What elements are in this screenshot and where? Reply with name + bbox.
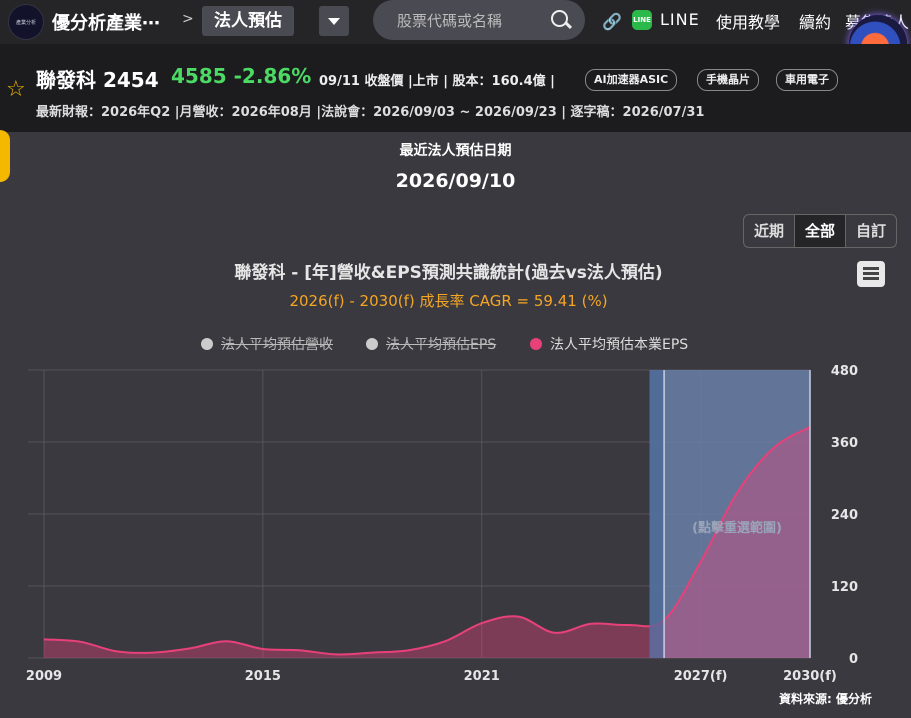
legend-core-eps[interactable]: 法人平均預估本業EPS — [530, 334, 688, 354]
eps-data-point[interactable] — [369, 650, 375, 656]
line-icon[interactable]: LINE — [632, 10, 652, 30]
forecast-band-handle[interactable] — [649, 370, 665, 658]
x-tick-label: 2009 — [26, 669, 62, 684]
legend-revenue[interactable]: 法人平均預估營收 — [201, 334, 333, 354]
x-tick-label: 2030(f) — [783, 669, 837, 684]
select-range-hint: (點擊重選範圍) — [692, 520, 782, 536]
eps-data-point[interactable] — [114, 648, 120, 654]
eps-data-point[interactable] — [479, 620, 485, 626]
y-tick-label: 480 — [831, 364, 858, 379]
y-axis-ticks: 0 120 240 360 480 — [831, 364, 858, 667]
y-tick-label: 240 — [831, 508, 858, 523]
estimate-date-value: 2026/09/10 — [395, 170, 516, 192]
x-tick-label: 2021 — [464, 669, 500, 684]
range-all-button[interactable]: 全部 — [794, 214, 846, 248]
breadcrumb-current[interactable]: 法人預估 — [202, 6, 294, 36]
report-info: 最新財報：2026年Q2 |月營收：2026年08月 |法說會：2026/09/… — [36, 105, 705, 120]
site-logo[interactable]: 產業分析 — [8, 4, 44, 40]
legend-eps[interactable]: 法人平均預估EPS — [366, 334, 496, 354]
brand-title[interactable]: 優分析產業⋯ — [52, 9, 160, 35]
eps-data-point[interactable] — [515, 614, 521, 620]
y-tick-label: 120 — [831, 580, 858, 595]
stock-info-bar: ☆ 聯發科 2454 4585 -2.86% 09/11 收盤價 |上市 | 股… — [0, 44, 911, 132]
nav-line[interactable]: LINE — [660, 10, 700, 29]
eps-data-point[interactable] — [333, 651, 339, 657]
x-axis-ticks: 2009 2015 2021 2027(f) 2030(f) — [26, 669, 837, 684]
estimate-date-label: 最近法人預估日期 — [399, 143, 512, 159]
eps-data-point[interactable] — [406, 647, 412, 653]
stock-meta: 09/11 收盤價 |上市 | 股本：160.4億 | — [319, 74, 555, 89]
top-navbar: 產業分析 優分析產業⋯ > 法人預估 🔗 LINE LINE 使用教學 續約 募… — [0, 0, 911, 44]
search-input[interactable] — [395, 9, 539, 33]
eps-data-point[interactable] — [552, 630, 558, 636]
eps-chart[interactable]: 2009 2015 2021 2027(f) 2030(f) 0 120 240 360 480… — [0, 360, 911, 690]
star-icon[interactable]: ☆ — [6, 77, 26, 102]
eps-data-point[interactable] — [734, 490, 740, 496]
logo-text: 產業分析 — [15, 20, 36, 26]
nav-tutorial[interactable]: 使用教學 — [716, 9, 780, 33]
chart-subtitle: 2026(f) - 2030(f) 成長率 CAGR = 59.41 (%) — [289, 292, 608, 310]
tag-auto-electronics[interactable]: 車用電子 — [776, 69, 838, 91]
eps-data-point[interactable] — [41, 636, 47, 642]
eps-data-point[interactable] — [77, 639, 83, 645]
legend-label-revenue: 法人平均預估營收 — [221, 337, 333, 353]
legend-label-core-eps: 法人平均預估本業EPS — [550, 337, 689, 353]
y-tick-label: 360 — [831, 436, 858, 451]
tag-phone-chip[interactable]: 手機晶片 — [697, 69, 759, 91]
eps-data-point[interactable] — [442, 638, 448, 644]
eps-data-point[interactable] — [150, 650, 156, 656]
eps-data-point[interactable] — [698, 559, 704, 565]
link-icon[interactable]: 🔗 — [602, 12, 622, 31]
legend-label-eps: 法人平均預估EPS — [386, 337, 497, 353]
y-tick-label: 0 — [849, 652, 858, 667]
search-box[interactable] — [373, 0, 585, 40]
x-tick-label: 2015 — [245, 669, 281, 684]
stock-price: 4585 -2.86% — [171, 64, 312, 88]
eps-data-point[interactable] — [771, 445, 777, 451]
chevron-down-icon[interactable] — [319, 6, 349, 36]
range-custom-button[interactable]: 自訂 — [845, 214, 897, 248]
legend-dot-core-eps — [530, 338, 542, 350]
eps-data-point[interactable] — [588, 621, 594, 627]
eps-data-point[interactable] — [223, 638, 229, 644]
data-source: 資料來源: 優分析 — [779, 692, 872, 706]
chart-title: 聯發科 - [年]營收&EPS預測共識統計(過去vs法人預估) — [234, 263, 663, 283]
range-recent-button[interactable]: 近期 — [743, 214, 795, 248]
menu-icon[interactable] — [857, 261, 885, 287]
legend-dot-revenue — [201, 338, 213, 350]
breadcrumb-separator: > — [182, 11, 194, 27]
search-icon[interactable] — [551, 10, 568, 27]
eps-data-point[interactable] — [260, 646, 266, 652]
eps-data-point[interactable] — [625, 622, 631, 628]
tag-ai-asic[interactable]: AI加速器ASIC — [585, 69, 678, 91]
nav-renew[interactable]: 續約 — [799, 9, 831, 33]
eps-data-point[interactable] — [296, 647, 302, 653]
legend-dot-eps — [366, 338, 378, 350]
x-tick-label: 2027(f) — [674, 669, 728, 684]
stock-name: 聯發科 2454 — [36, 68, 159, 92]
eps-data-point[interactable] — [187, 645, 193, 651]
